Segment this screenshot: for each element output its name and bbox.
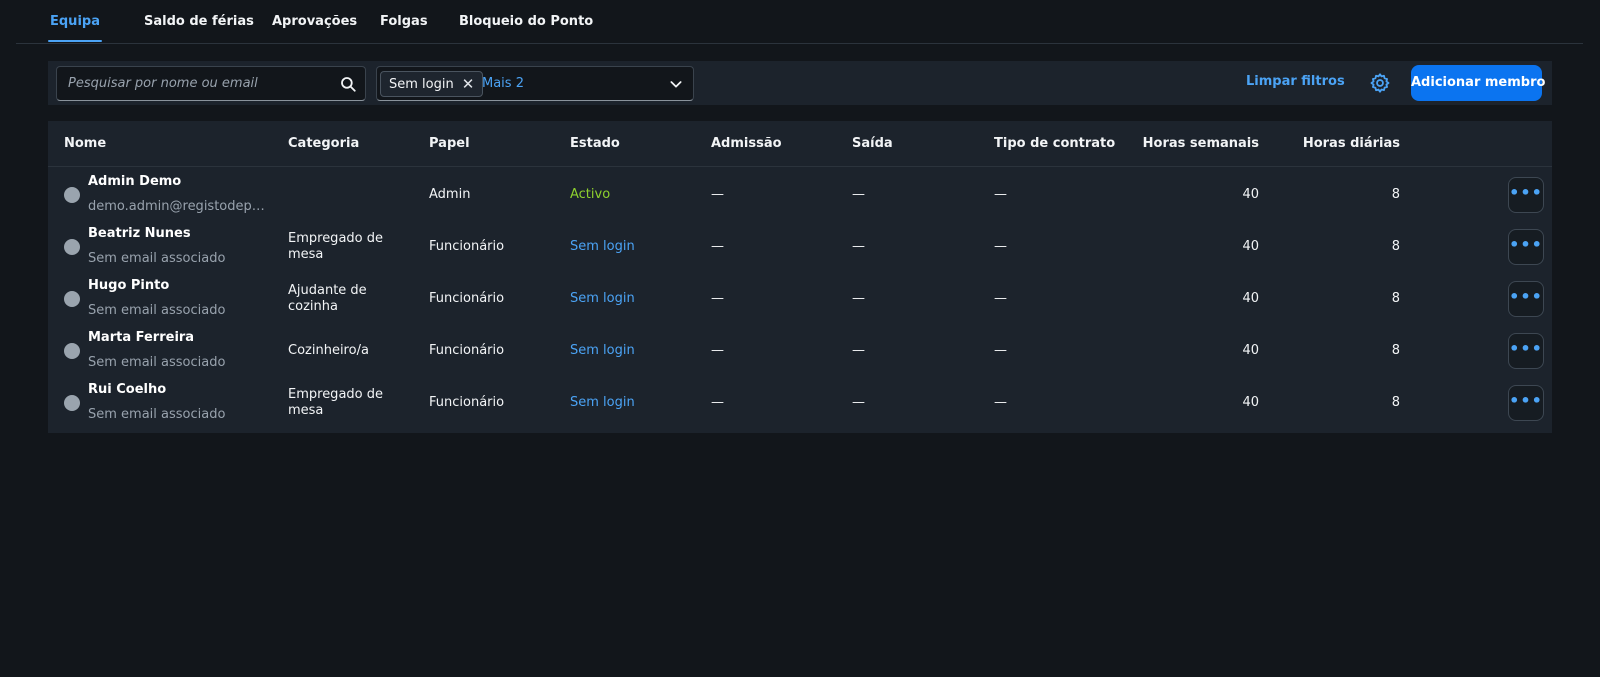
member-daily-hours: 8	[1391, 291, 1400, 306]
member-role: Admin	[429, 187, 471, 202]
member-role: Funcionário	[429, 395, 505, 410]
header-saida[interactable]: Saída	[852, 121, 893, 167]
member-daily-hours: 8	[1391, 239, 1400, 254]
member-exit: —	[852, 239, 865, 254]
avatar	[64, 239, 80, 255]
table-row[interactable]: Beatriz Nunes Sem email associado Empreg…	[48, 220, 1552, 273]
member-name: Marta Ferreira	[88, 330, 195, 345]
avatar	[64, 187, 80, 203]
status-badge: Activo	[570, 187, 611, 202]
tab-folgas[interactable]: Folgas	[380, 0, 428, 44]
member-weekly-hours: 40	[1242, 291, 1259, 306]
row-actions-button[interactable]: •••	[1508, 177, 1544, 213]
filter-token: Sem login ✕	[380, 71, 484, 97]
table-row[interactable]: Rui Coelho Sem email associado Empregado…	[48, 376, 1552, 429]
member-contract: —	[994, 187, 1007, 202]
more-icon: •••	[1509, 339, 1543, 358]
state-filter-multiselect[interactable]: Sem login ✕ Mais 2	[376, 66, 694, 101]
member-role: Funcionário	[429, 239, 505, 254]
status-badge[interactable]: Sem login	[570, 291, 635, 306]
member-email: Sem email associado	[88, 407, 226, 422]
close-icon[interactable]: ✕	[462, 76, 475, 92]
tab-equipa[interactable]: Equipa	[48, 0, 102, 44]
member-exit: —	[852, 395, 865, 410]
filter-token-label: Sem login	[389, 76, 454, 92]
header-tipo-de-contrato[interactable]: Tipo de contrato	[994, 121, 1115, 167]
member-weekly-hours: 40	[1242, 343, 1259, 358]
tab-bar: Equipa Saldo de férias Aprovações Folgas…	[16, 0, 1583, 44]
more-icon: •••	[1509, 391, 1543, 410]
member-category: Cozinheiro/a	[288, 343, 369, 358]
tab-bloqueio-do-ponto[interactable]: Bloqueio do Ponto	[459, 0, 593, 44]
tab-saldo-de-ferias[interactable]: Saldo de férias	[144, 0, 254, 44]
member-name: Rui Coelho	[88, 382, 167, 397]
avatar	[64, 395, 80, 411]
member-contract: —	[994, 343, 1007, 358]
more-icon: •••	[1509, 235, 1543, 254]
gear-icon[interactable]	[1369, 72, 1391, 94]
member-category: Ajudante de cozinha	[288, 283, 367, 314]
member-contract: —	[994, 395, 1007, 410]
member-admission: —	[711, 187, 724, 202]
member-role: Funcionário	[429, 343, 505, 358]
member-name: Beatriz Nunes	[88, 226, 191, 241]
table-row[interactable]: Hugo Pinto Sem email associado Ajudante …	[48, 272, 1552, 325]
more-icon: •••	[1509, 183, 1543, 202]
row-actions-button[interactable]: •••	[1508, 229, 1544, 265]
header-categoria[interactable]: Categoria	[288, 121, 359, 167]
member-email: Sem email associado	[88, 303, 226, 318]
header-admissao[interactable]: Admissão	[711, 121, 782, 167]
member-weekly-hours: 40	[1242, 239, 1259, 254]
status-badge[interactable]: Sem login	[570, 239, 635, 254]
table-row[interactable]: Marta Ferreira Sem email associado Cozin…	[48, 324, 1552, 377]
chevron-down-icon[interactable]	[668, 76, 684, 92]
member-weekly-hours: 40	[1242, 395, 1259, 410]
search-box	[56, 66, 366, 101]
member-email: Sem email associado	[88, 251, 226, 266]
search-input[interactable]	[57, 67, 327, 100]
filter-more-link[interactable]: Mais 2	[482, 76, 524, 91]
tab-aprovacoes[interactable]: Aprovações	[272, 0, 357, 44]
table-row[interactable]: Admin Demo demo.admin@registodepon... Ad…	[48, 168, 1552, 221]
member-daily-hours: 8	[1391, 187, 1400, 202]
member-weekly-hours: 40	[1242, 187, 1259, 202]
member-name: Hugo Pinto	[88, 278, 170, 293]
member-category: Empregado de mesa	[288, 387, 383, 418]
header-horas-semanais[interactable]: Horas semanais	[1134, 121, 1259, 167]
member-contract: —	[994, 291, 1007, 306]
row-actions-button[interactable]: •••	[1508, 385, 1544, 421]
member-exit: —	[852, 291, 865, 306]
header-nome[interactable]: Nome	[64, 121, 106, 167]
member-name: Admin Demo	[88, 174, 182, 189]
member-email: Sem email associado	[88, 355, 226, 370]
avatar	[64, 343, 80, 359]
status-badge[interactable]: Sem login	[570, 395, 635, 410]
member-exit: —	[852, 187, 865, 202]
avatar	[64, 291, 80, 307]
header-estado[interactable]: Estado	[570, 121, 620, 167]
add-member-button[interactable]: Adicionar membro	[1411, 65, 1545, 101]
members-table: Nome Categoria Papel Estado Admissão Saí…	[48, 121, 1552, 433]
header-papel[interactable]: Papel	[429, 121, 470, 167]
member-contract: —	[994, 239, 1007, 254]
member-role: Funcionário	[429, 291, 505, 306]
member-admission: —	[711, 291, 724, 306]
member-admission: —	[711, 239, 724, 254]
row-actions-button[interactable]: •••	[1508, 281, 1544, 317]
member-daily-hours: 8	[1391, 395, 1400, 410]
member-admission: —	[711, 395, 724, 410]
member-admission: —	[711, 343, 724, 358]
clear-filters-link[interactable]: Limpar filtros	[1246, 74, 1345, 89]
member-category: Empregado de mesa	[288, 231, 383, 262]
more-icon: •••	[1509, 287, 1543, 306]
filter-toolbar: Sem login ✕ Mais 2 Limpar filtros Adicio…	[48, 61, 1552, 105]
member-exit: —	[852, 343, 865, 358]
search-icon[interactable]	[339, 75, 357, 93]
status-badge[interactable]: Sem login	[570, 343, 635, 358]
member-email: demo.admin@registodepon...	[88, 199, 272, 214]
header-horas-diarias[interactable]: Horas diárias	[1298, 121, 1400, 167]
row-actions-button[interactable]: •••	[1508, 333, 1544, 369]
table-header: Nome Categoria Papel Estado Admissão Saí…	[48, 121, 1552, 167]
member-daily-hours: 8	[1391, 343, 1400, 358]
